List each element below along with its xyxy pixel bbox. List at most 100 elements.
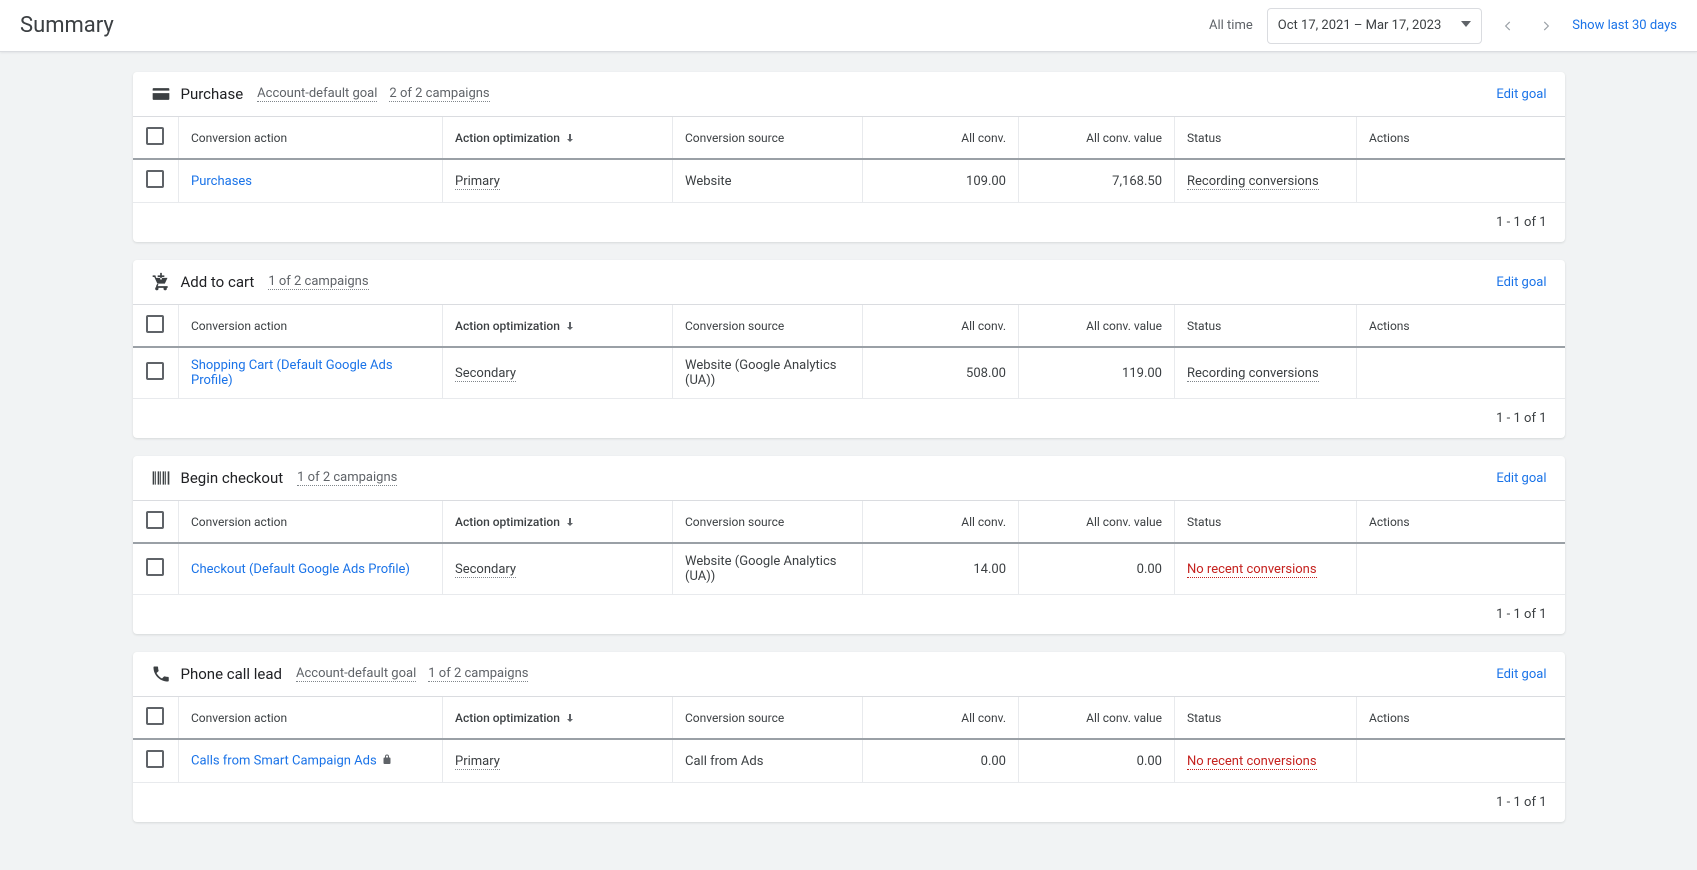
col-select-all[interactable] — [133, 501, 179, 544]
col-action-optimization-label: Action optimization — [455, 515, 560, 529]
show-last-30-link[interactable]: Show last 30 days — [1572, 18, 1677, 33]
col-actions[interactable]: Actions — [1357, 697, 1565, 740]
select-all-checkbox[interactable] — [146, 315, 164, 333]
col-conversion-action[interactable]: Conversion action — [179, 305, 443, 348]
goal-card: Begin checkout1 of 2 campaignsEdit goalC… — [133, 456, 1565, 634]
edit-goal-link[interactable]: Edit goal — [1496, 275, 1546, 290]
card-title: Purchase — [181, 85, 244, 103]
col-all-conv-value-label: All conv. value — [1086, 131, 1162, 145]
conversion-action-link[interactable]: Calls from Smart Campaign Ads — [191, 753, 377, 768]
col-action-optimization[interactable]: Action optimization — [443, 697, 673, 740]
col-status[interactable]: Status — [1175, 501, 1357, 544]
col-all-conv-label: All conv. — [961, 319, 1006, 333]
col-action-optimization-label: Action optimization — [455, 131, 560, 145]
status-value[interactable]: No recent conversions — [1187, 754, 1317, 770]
all-conv-value-amount: 119.00 — [1019, 347, 1175, 399]
top-bar: Summary All time Oct 17, 2021 – Mar 17, … — [0, 0, 1697, 52]
row-checkbox[interactable] — [146, 362, 164, 380]
conversion-action-link[interactable]: Checkout (Default Google Ads Profile) — [191, 562, 410, 577]
status-value[interactable]: Recording conversions — [1187, 174, 1319, 190]
page-title: Summary — [20, 13, 1209, 38]
col-action-optimization[interactable]: Action optimization — [443, 117, 673, 160]
conversion-action-link[interactable]: Purchases — [191, 174, 252, 189]
col-conversion-source[interactable]: Conversion source — [673, 697, 863, 740]
col-status-label: Status — [1187, 131, 1221, 145]
date-range-picker[interactable]: Oct 17, 2021 – Mar 17, 2023 — [1267, 8, 1483, 44]
card-meta[interactable]: 2 of 2 campaigns — [389, 86, 489, 102]
select-all-checkbox[interactable] — [146, 707, 164, 725]
col-select-all[interactable] — [133, 305, 179, 348]
conversion-source-value: Call from Ads — [673, 739, 863, 783]
table-pagination: 1 - 1 of 1 — [133, 399, 1565, 438]
all-conv-value-amount: 0.00 — [1019, 739, 1175, 783]
col-action-optimization[interactable]: Action optimization — [443, 501, 673, 544]
action-optimization-value[interactable]: Primary — [455, 174, 500, 190]
col-select-all[interactable] — [133, 697, 179, 740]
col-conversion-source[interactable]: Conversion source — [673, 305, 863, 348]
table-pagination: 1 - 1 of 1 — [133, 595, 1565, 634]
col-conversion-action-label: Conversion action — [191, 319, 287, 333]
all-conv-value: 508.00 — [863, 347, 1019, 399]
col-all-conv-value[interactable]: All conv. value — [1019, 117, 1175, 160]
col-conversion-action[interactable]: Conversion action — [179, 501, 443, 544]
credit-card-icon — [151, 84, 171, 104]
conversion-source-value: Website (Google Analytics (UA)) — [673, 543, 863, 595]
phone-icon — [151, 664, 171, 684]
col-all-conv[interactable]: All conv. — [863, 501, 1019, 544]
col-all-conv[interactable]: All conv. — [863, 305, 1019, 348]
action-optimization-value[interactable]: Primary — [455, 754, 500, 770]
card-title: Add to cart — [181, 273, 255, 291]
select-all-checkbox[interactable] — [146, 127, 164, 145]
col-actions[interactable]: Actions — [1357, 117, 1565, 160]
col-actions[interactable]: Actions — [1357, 305, 1565, 348]
next-period-button[interactable] — [1534, 14, 1558, 38]
col-actions[interactable]: Actions — [1357, 501, 1565, 544]
col-status-label: Status — [1187, 515, 1221, 529]
card-meta[interactable]: 1 of 2 campaigns — [297, 470, 397, 486]
col-conversion-action[interactable]: Conversion action — [179, 117, 443, 160]
col-all-conv-value[interactable]: All conv. value — [1019, 697, 1175, 740]
col-status[interactable]: Status — [1175, 697, 1357, 740]
card-meta[interactable]: Account-default goal — [257, 86, 377, 102]
col-conversion-source[interactable]: Conversion source — [673, 117, 863, 160]
col-all-conv[interactable]: All conv. — [863, 117, 1019, 160]
sort-descending-icon — [564, 132, 576, 144]
edit-goal-link[interactable]: Edit goal — [1496, 471, 1546, 486]
row-checkbox[interactable] — [146, 170, 164, 188]
all-conv-value-amount: 7,168.50 — [1019, 159, 1175, 203]
col-conversion-action[interactable]: Conversion action — [179, 697, 443, 740]
card-meta[interactable]: 1 of 2 campaigns — [268, 274, 368, 290]
prev-period-button[interactable] — [1496, 14, 1520, 38]
col-all-conv-value[interactable]: All conv. value — [1019, 305, 1175, 348]
conversion-table: Conversion action Action optimization Conv… — [133, 116, 1565, 203]
select-all-checkbox[interactable] — [146, 511, 164, 529]
status-value[interactable]: Recording conversions — [1187, 366, 1319, 382]
col-all-conv-value-label: All conv. value — [1086, 319, 1162, 333]
col-status[interactable]: Status — [1175, 305, 1357, 348]
row-checkbox[interactable] — [146, 558, 164, 576]
col-all-conv[interactable]: All conv. — [863, 697, 1019, 740]
row-checkbox[interactable] — [146, 750, 164, 768]
conversion-action-link[interactable]: Shopping Cart (Default Google Ads Profil… — [191, 358, 393, 388]
col-action-optimization[interactable]: Action optimization — [443, 305, 673, 348]
goal-card: Phone call leadAccount-default goal1 of … — [133, 652, 1565, 822]
card-meta[interactable]: 1 of 2 campaigns — [428, 666, 528, 682]
card-meta[interactable]: Account-default goal — [296, 666, 416, 682]
col-conversion-action-label: Conversion action — [191, 515, 287, 529]
status-value[interactable]: No recent conversions — [1187, 562, 1317, 578]
col-all-conv-label: All conv. — [961, 515, 1006, 529]
date-range-text: Oct 17, 2021 – Mar 17, 2023 — [1278, 18, 1442, 33]
edit-goal-link[interactable]: Edit goal — [1496, 87, 1546, 102]
lock-icon — [381, 754, 393, 769]
conversion-table: Conversion actionAction optimizationConv… — [133, 696, 1565, 783]
edit-goal-link[interactable]: Edit goal — [1496, 667, 1546, 682]
add-cart-icon — [151, 272, 171, 292]
col-select-all[interactable] — [133, 117, 179, 160]
goal-card: Purchase Account-default goal 2 of 2 campa… — [133, 72, 1565, 242]
action-optimization-value[interactable]: Secondary — [455, 562, 516, 578]
col-conversion-source-label: Conversion source — [685, 515, 784, 529]
action-optimization-value[interactable]: Secondary — [455, 366, 516, 382]
col-status[interactable]: Status — [1175, 117, 1357, 160]
col-all-conv-value[interactable]: All conv. value — [1019, 501, 1175, 544]
col-conversion-source[interactable]: Conversion source — [673, 501, 863, 544]
